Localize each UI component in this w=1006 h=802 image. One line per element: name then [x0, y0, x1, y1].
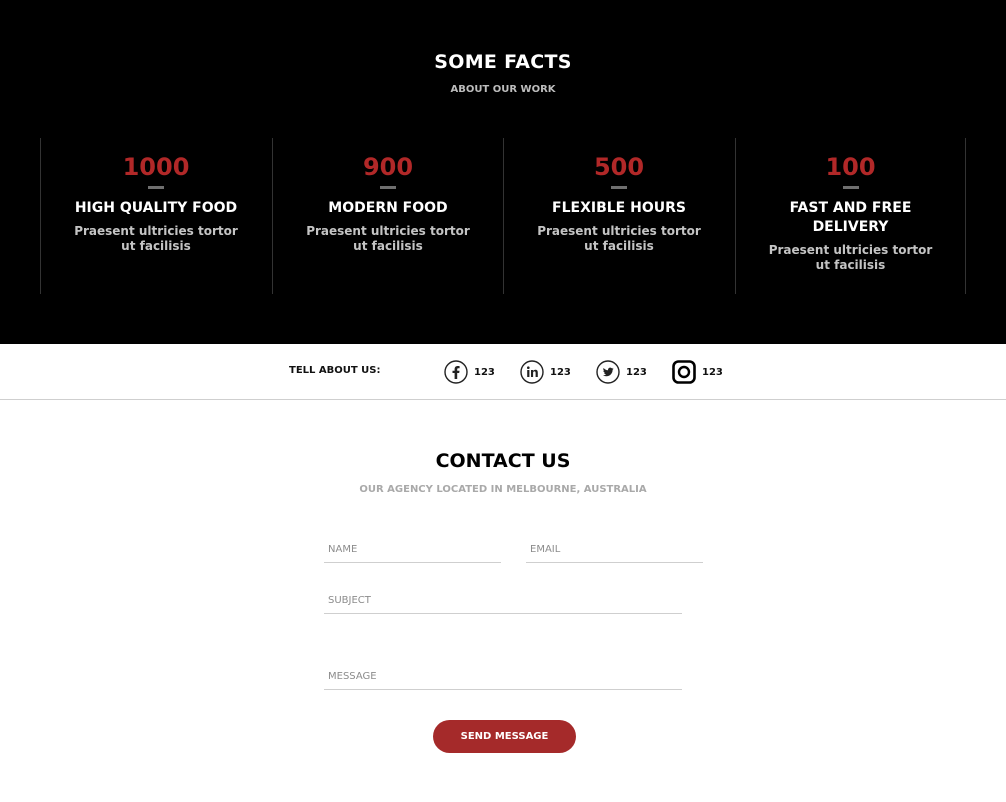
fact-number: 500 [593, 153, 645, 181]
fact-divider [611, 186, 627, 189]
facts-section: SOME FACTS ABOUT OUR WORK 1000 HIGH QUAL… [0, 0, 1006, 344]
instagram-share-link[interactable]: 123 [672, 359, 723, 385]
name-field[interactable] [324, 541, 501, 563]
fact-heading: HIGH QUALITY FOOD [74, 200, 238, 216]
tell-about-us-label: TELL ABOUT US: [289, 365, 381, 376]
fact-item: 100 FAST AND FREE DELIVERY Praesent ultr… [735, 138, 966, 294]
fact-item: 900 MODERN FOOD Praesent ultricies torto… [272, 138, 503, 294]
subject-field[interactable] [324, 592, 682, 614]
message-field[interactable] [324, 668, 682, 690]
linkedin-icon [520, 360, 544, 384]
fact-number: 1000 [122, 153, 190, 181]
fact-divider [380, 186, 396, 189]
fact-number: 900 [362, 153, 414, 181]
email-field[interactable] [526, 541, 703, 563]
facebook-share-link[interactable]: 123 [444, 359, 495, 385]
instagram-icon [672, 360, 696, 384]
twitter-icon [596, 360, 620, 384]
fact-text: Praesent ultricies tortor ut facilisis [768, 243, 933, 272]
fact-text: Praesent ultricies tortor ut facilisis [537, 224, 701, 253]
twitter-share-link[interactable]: 123 [596, 359, 647, 385]
facts-title: SOME FACTS [434, 51, 572, 73]
send-message-button[interactable]: SEND MESSAGE [433, 720, 576, 753]
fact-text: Praesent ultricies tortor ut facilisis [306, 224, 470, 253]
twitter-count: 123 [626, 366, 647, 378]
fact-text: Praesent ultricies tortor ut facilisis [74, 224, 238, 253]
fact-item: 1000 HIGH QUALITY FOOD Praesent ultricie… [40, 138, 271, 294]
fact-heading: MODERN FOOD [328, 200, 448, 216]
fact-heading: FLEXIBLE HOURS [552, 200, 686, 216]
instagram-count: 123 [702, 366, 723, 378]
linkedin-share-link[interactable]: 123 [520, 359, 571, 385]
fact-divider [842, 186, 859, 189]
fact-divider [148, 186, 164, 189]
facebook-count: 123 [474, 366, 495, 378]
linkedin-count: 123 [550, 366, 571, 378]
facts-subtitle: ABOUT OUR WORK [450, 84, 556, 95]
contact-title: CONTACT US [435, 450, 571, 472]
fact-number: 100 [825, 153, 876, 181]
social-share-bar: TELL ABOUT US: 123 123 123 123 [0, 344, 1006, 400]
fact-heading: FAST AND FREE DELIVERY [789, 200, 912, 235]
fact-item: 500 FLEXIBLE HOURS Praesent ultricies to… [503, 138, 734, 294]
contact-subtitle: OUR AGENCY LOCATED IN MELBOURNE, AUSTRAL… [359, 484, 647, 495]
facebook-icon [444, 360, 468, 384]
